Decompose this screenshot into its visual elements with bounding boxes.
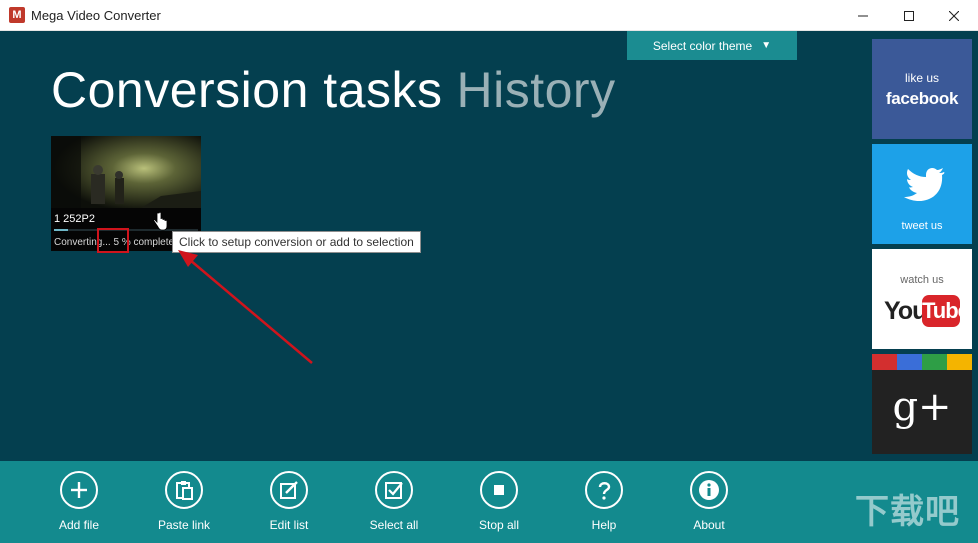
- stop-all-label: Stop all: [478, 518, 520, 532]
- tooltip: Click to setup conversion or add to sele…: [172, 231, 421, 253]
- paste-link-label: Paste link: [157, 518, 211, 532]
- close-button[interactable]: [931, 0, 977, 31]
- title-bar: M Mega Video Converter: [0, 0, 978, 31]
- main-area: Conversion tasks History Select color the…: [0, 31, 978, 461]
- maximize-button[interactable]: [886, 0, 932, 31]
- facebook-tile[interactable]: like us facebook: [872, 39, 972, 139]
- theme-button-label: Select color theme: [652, 38, 753, 53]
- tweet-us-label: tweet us: [901, 220, 943, 232]
- twitter-bird-icon: [904, 167, 945, 202]
- stripe-yellow: [947, 354, 972, 370]
- youtube-tube-text: Tube: [922, 295, 970, 327]
- edit-list-button[interactable]: Edit list: [249, 471, 329, 532]
- google-plus-logo-text: g+: [892, 384, 952, 430]
- plus-icon: [71, 482, 87, 498]
- select-color-theme-button[interactable]: Select color theme ▼: [627, 31, 797, 60]
- stop-icon: [494, 485, 504, 495]
- watermark-text: 下载吧: [855, 493, 960, 531]
- edit-icon: [280, 481, 298, 499]
- status-suffix: complete: [130, 237, 175, 248]
- paste-link-button[interactable]: Paste link: [144, 471, 224, 532]
- checkbox-icon: [385, 482, 403, 499]
- clipboard-icon: [176, 481, 193, 500]
- add-file-button[interactable]: Add file: [39, 471, 119, 532]
- info-icon: [699, 480, 719, 500]
- help-button[interactable]: Help: [564, 471, 644, 532]
- edit-list-label: Edit list: [269, 518, 309, 532]
- add-file-label: Add file: [58, 518, 100, 532]
- select-all-label: Select all: [369, 518, 419, 532]
- highlight-box: [97, 228, 129, 253]
- help-label: Help: [591, 518, 617, 532]
- minimize-icon: [858, 15, 868, 16]
- minimize-button[interactable]: [840, 0, 886, 31]
- task-name: 1 252P2: [54, 213, 95, 225]
- bottom-toolbar: Add file Paste link Edit list Select all…: [0, 461, 978, 543]
- stripe-red: [872, 354, 897, 370]
- hand-cursor-icon: [153, 212, 167, 231]
- twitter-tile[interactable]: tweet us: [872, 144, 972, 244]
- youtube-tile[interactable]: watch us You Tube: [872, 249, 972, 349]
- task-progress-fill: [54, 229, 69, 231]
- video-thumbnail: [51, 136, 201, 208]
- tab-conversion-tasks[interactable]: Conversion tasks: [51, 62, 443, 118]
- app-logo-icon: M: [9, 7, 25, 23]
- about-label: About: [693, 518, 725, 532]
- window-title: Mega Video Converter: [31, 8, 161, 23]
- about-button[interactable]: About: [669, 471, 749, 532]
- tab-history[interactable]: History: [457, 62, 616, 118]
- question-icon: [598, 482, 611, 500]
- youtube-you-text: You: [884, 297, 927, 325]
- stop-all-button[interactable]: Stop all: [459, 471, 539, 532]
- facebook-logo-text: facebook: [885, 89, 959, 108]
- close-icon: [949, 10, 959, 21]
- stripe-blue: [897, 354, 922, 370]
- watch-us-label: watch us: [900, 274, 944, 286]
- maximize-icon: [904, 10, 914, 21]
- facebook-like-label: like us: [904, 71, 939, 85]
- stripe-green: [922, 354, 947, 370]
- google-plus-tile[interactable]: g+: [872, 354, 972, 454]
- page-heading: Conversion tasks History: [51, 61, 616, 119]
- select-all-button[interactable]: Select all: [354, 471, 434, 532]
- chevron-down-icon: ▼: [761, 40, 772, 51]
